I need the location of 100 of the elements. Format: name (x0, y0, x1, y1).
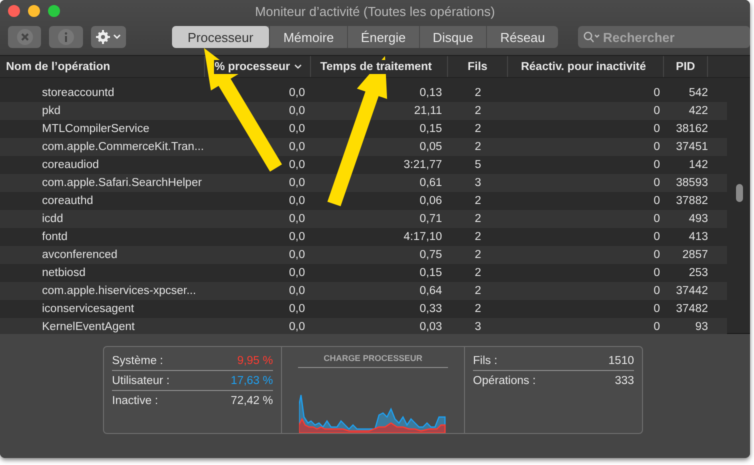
table-cell-text: 142 (688, 158, 708, 173)
table-cell-text: 2 (474, 194, 482, 209)
table-cell-text: 0,64 (418, 284, 443, 299)
table-cell-text: 0,0 (288, 140, 306, 155)
stat-label: Inactive : (112, 394, 158, 406)
minimize-button[interactable] (28, 5, 40, 17)
table-cell-text: 0 (652, 122, 661, 137)
process-name: netbiosd (41, 266, 86, 281)
process-name: com.apple.Safari.SearchHelper (41, 176, 203, 191)
table-cell-text: 0,05 (418, 140, 443, 155)
table-cell-text: 0 (652, 176, 661, 191)
table-cell-text: 0 (652, 86, 661, 101)
table-cell-text: 0 (652, 230, 661, 245)
process-name: icdd (41, 212, 64, 227)
table-cell-text: 0 (652, 320, 661, 335)
stat-label: Opérations : (473, 374, 536, 386)
table-cell-text: 0,0 (288, 86, 306, 101)
tab[interactable]: Mémoire (269, 26, 347, 48)
stat-label: Système : (112, 354, 164, 366)
table-cell-text: 0 (652, 302, 661, 317)
chart-title: CHARGE PROCESSEUR (298, 351, 448, 368)
tab[interactable]: Énergie (346, 26, 419, 48)
x-circle-icon (16, 28, 34, 46)
table-cell-text: 0 (652, 104, 661, 119)
table-cell-text: 2 (474, 266, 482, 281)
stat-value: 17,63 % (230, 374, 273, 386)
tab[interactable]: Disque (418, 26, 486, 48)
table-cell-text: 2857 (681, 248, 708, 263)
column-header[interactable]: Réactiv. pour inactivité (520, 60, 648, 74)
zoom-button[interactable] (48, 5, 60, 17)
info-icon (56, 28, 75, 46)
table-cell-text: 0 (652, 284, 661, 299)
table-cell-text: 493 (688, 212, 708, 227)
stat-value: 1510 (608, 354, 634, 366)
table-cell-text: 37482 (675, 302, 708, 317)
table-cell-text: 0,0 (288, 104, 306, 119)
stop-process-button[interactable] (8, 26, 42, 48)
settings-button[interactable] (90, 26, 126, 48)
table-cell-text: 0,15 (418, 122, 443, 137)
table-cell-text: 253 (688, 266, 708, 281)
tab[interactable]: Réseau (486, 26, 558, 48)
table-cell-text: 0,0 (288, 230, 306, 245)
table-cell-text: 0,0 (288, 248, 306, 263)
process-name: storeaccountd (41, 86, 116, 101)
process-name: pkd (41, 104, 62, 119)
table-cell-text: 0,0 (288, 302, 306, 317)
column-header[interactable]: Nom de l’opération (5, 60, 112, 74)
stat-value: 333 (614, 374, 634, 386)
column-header[interactable]: Temps de traitement (319, 60, 433, 74)
table-cell-text: 0,61 (418, 176, 443, 191)
process-name: coreaudiod (41, 158, 100, 173)
table-cell-text: 0,0 (288, 320, 306, 335)
table-cell-text: 422 (688, 104, 708, 119)
table-cell-text: 542 (688, 86, 708, 101)
process-name: MTLCompilerService (41, 122, 150, 137)
scrollbar-thumb[interactable] (736, 184, 743, 202)
table-cell-text: 3 (474, 176, 482, 191)
table-cell-text: 0 (652, 194, 661, 209)
process-name: coreauthd (41, 194, 94, 209)
table-cell-text: 2 (474, 122, 482, 137)
table-cell-text: 2 (474, 140, 482, 155)
table-cell-text: 2 (474, 302, 482, 317)
table-cell-text: 0,0 (288, 284, 306, 299)
table-cell-text: 0 (652, 248, 661, 263)
table-cell-text: 4:17,10 (402, 230, 443, 245)
process-name: fontd (41, 230, 69, 245)
stat-value: 72,42 % (230, 394, 273, 406)
process-name: com.apple.CommerceKit.Tran... (41, 140, 205, 155)
stat-label: Utilisateur : (112, 374, 170, 386)
tab[interactable]: Processeur (172, 26, 270, 48)
table-cell-text: 0,0 (288, 194, 306, 209)
gear-icon (95, 29, 122, 45)
table-cell-text: 2 (474, 212, 482, 227)
table-cell-text: 38162 (675, 122, 708, 137)
table-cell-text: 0 (652, 266, 661, 281)
table-cell-text: 37882 (675, 194, 708, 209)
table-cell-text: 0,0 (288, 158, 306, 173)
column-header[interactable]: Fils (466, 60, 488, 74)
table-cell-text: 2 (474, 230, 482, 245)
table-cell-text: 0,0 (288, 176, 306, 191)
table-cell-text: 0 (652, 158, 661, 173)
table-cell-text: 37451 (675, 140, 708, 155)
table-cell-text: 5 (474, 158, 482, 173)
stat-label: Fils : (473, 354, 498, 366)
table-cell-text: 0,33 (418, 302, 443, 317)
table-cell-text: 0 (652, 140, 661, 155)
column-header[interactable]: % processeur (214, 60, 291, 74)
info-button[interactable] (49, 26, 82, 48)
close-button[interactable] (8, 5, 20, 17)
table-cell-text: 38593 (675, 176, 708, 191)
table-cell-text: 0,15 (418, 266, 443, 281)
table-cell-text: 0,71 (418, 212, 443, 227)
table-cell-text: 413 (688, 230, 708, 245)
table-cell-text: 3 (474, 320, 482, 335)
table-cell-text: 2 (474, 86, 482, 101)
table-cell-text: 0,0 (288, 266, 306, 281)
search-field[interactable]: Rechercher (578, 26, 750, 48)
table-cell-text: 0,03 (418, 320, 443, 335)
table-cell-text: 0,0 (288, 212, 306, 227)
table-cell-text: 2 (474, 248, 482, 263)
